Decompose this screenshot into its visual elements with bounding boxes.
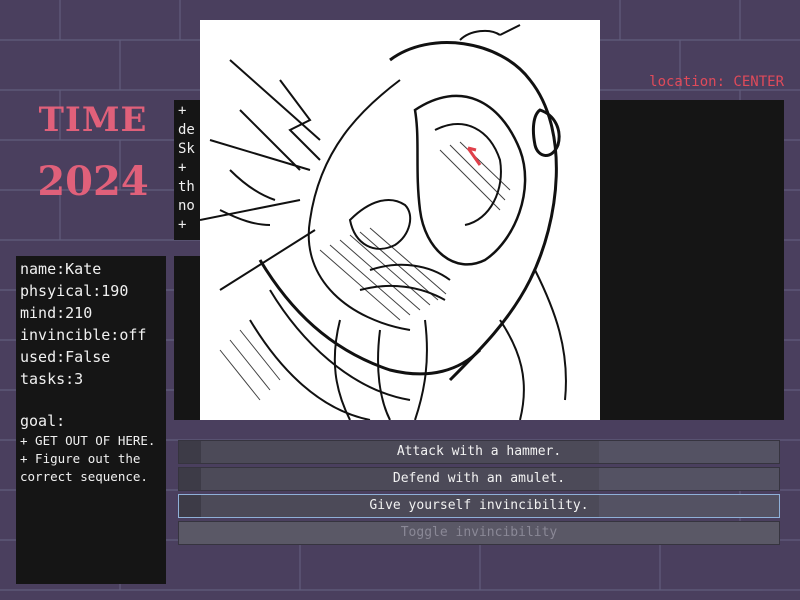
location-label: location: CENTER	[649, 74, 784, 90]
give-invincibility-button[interactable]: Give yourself invincibility.	[178, 494, 780, 518]
defend-amulet-button[interactable]: Defend with an amulet.	[178, 467, 780, 491]
goal-item: + Figure out the correct sequence.	[20, 451, 148, 484]
monster-icon	[200, 24, 567, 420]
time-label: TIME	[38, 100, 148, 140]
stat-tasks: tasks:3	[20, 370, 84, 388]
stat-physical: phsyical:190	[20, 282, 129, 300]
stat-invincible: invincible:off	[20, 326, 147, 344]
right-panel	[598, 100, 784, 420]
stat-used: used:False	[20, 348, 111, 366]
action-label: Defend with an amulet.	[392, 471, 566, 486]
attack-hammer-button[interactable]: Attack with a hammer.	[178, 440, 780, 464]
action-label: Toggle invincibility	[400, 525, 558, 540]
goal-title: goal:	[20, 412, 66, 430]
time-display: TIME 2024	[18, 100, 168, 205]
action-label: Attack with a hammer.	[396, 444, 562, 459]
stat-mind: mind:210	[20, 304, 93, 322]
goal-item: + GET OUT OF HERE.	[20, 433, 156, 448]
character-stats-panel: name:Kate phsyical:190 mind:210 invincib…	[16, 256, 166, 584]
stat-name: name:Kate	[20, 260, 102, 278]
action-label: Give yourself invincibility.	[369, 498, 589, 513]
action-menu: Attack with a hammer. Defend with an amu…	[178, 440, 780, 548]
time-year: 2024	[37, 158, 149, 205]
monster-illustration	[200, 20, 600, 420]
toggle-invincibility-button[interactable]: Toggle invincibility	[178, 521, 780, 545]
